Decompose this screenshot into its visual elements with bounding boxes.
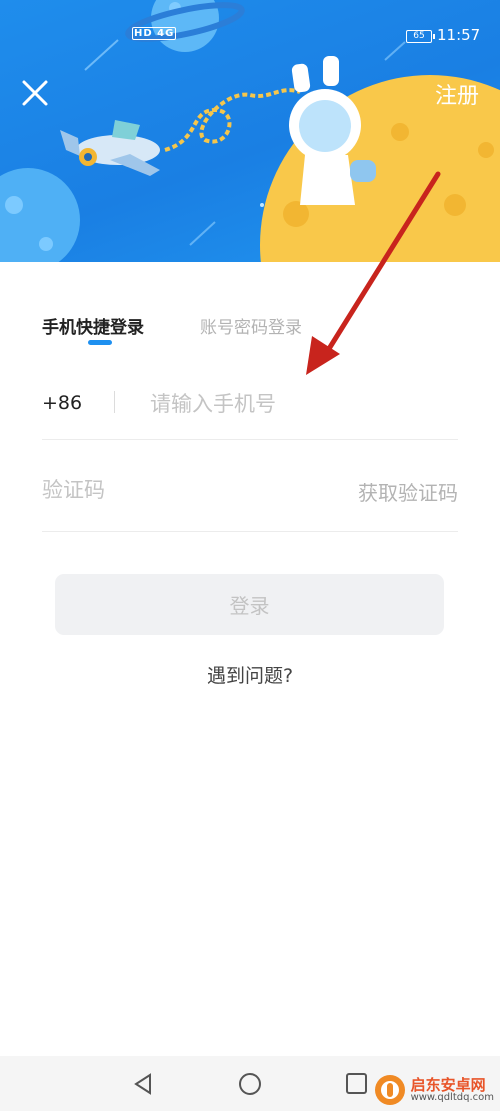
home-icon[interactable] (236, 1070, 264, 1098)
watermark-name: 启东安卓网 (410, 1075, 486, 1094)
recent-apps-icon[interactable] (343, 1070, 371, 1098)
watermark: 启东安卓网 www.qdltdq.com (373, 1072, 494, 1108)
watermark-logo-icon (374, 1075, 405, 1105)
watermark-url: www.qdltdq.com (410, 1091, 494, 1103)
back-icon[interactable] (130, 1070, 158, 1098)
annotation-arrow-icon (306, 171, 441, 375)
